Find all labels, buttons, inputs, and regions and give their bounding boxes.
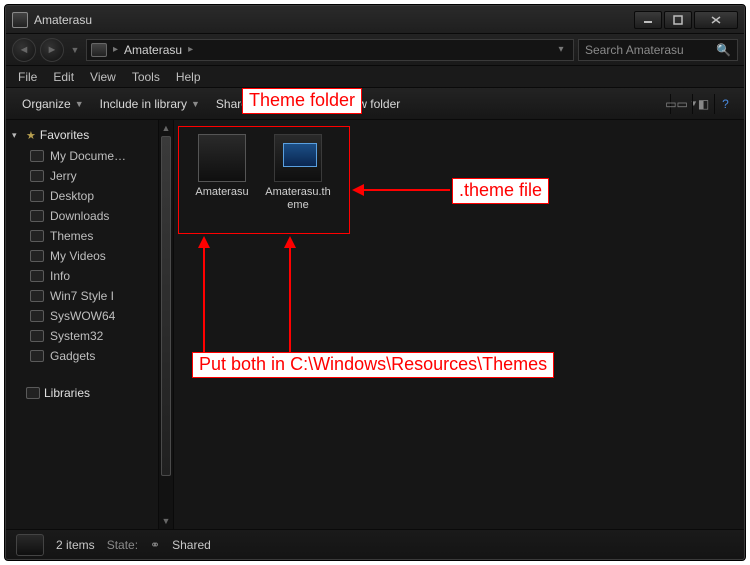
libraries-icon — [26, 387, 40, 399]
view-options-button[interactable]: ▭▭▼ — [670, 94, 692, 114]
sidebar-item-downloads[interactable]: Downloads▾ — [6, 206, 173, 226]
navigation-pane: ▾ ★ Favorites My Docume… Jerry Desktop D… — [6, 120, 174, 529]
menu-file[interactable]: File — [10, 68, 45, 86]
close-icon — [710, 15, 722, 25]
folder-icon — [30, 270, 44, 282]
sidebar-item-my-documents[interactable]: My Docume… — [6, 146, 173, 166]
help-button[interactable]: ? — [714, 94, 736, 114]
address-folder-icon — [91, 43, 107, 57]
address-dropdown[interactable]: ▾ — [553, 44, 569, 55]
sidebar-item-desktop[interactable]: Desktop — [6, 186, 173, 206]
window-title: Amaterasu — [34, 13, 634, 27]
nav-row: ◄ ► ▼ ▸ Amaterasu ▸ ▾ Search Amaterasu 🔍 — [6, 34, 744, 66]
favorites-star-icon: ★ — [26, 129, 36, 142]
scroll-thumb[interactable] — [161, 136, 171, 476]
menu-edit[interactable]: Edit — [45, 68, 82, 86]
forward-arrow-icon: ► — [47, 44, 58, 56]
sidebar-item-syswow64[interactable]: SysWOW64 — [6, 306, 173, 326]
menu-bar: File Edit View Tools Help — [6, 66, 744, 88]
status-state-label: State: — [107, 538, 138, 552]
command-bar: Organize▼ Include in library▼ Share with… — [6, 88, 744, 120]
folder-icon — [30, 230, 44, 242]
folder-icon — [30, 250, 44, 262]
sidebar-item-system32[interactable]: System32 — [6, 326, 173, 346]
close-button[interactable] — [694, 11, 738, 29]
folder-icon — [30, 350, 44, 362]
annotation-arrow — [280, 234, 300, 354]
sidebar-item-jerry[interactable]: Jerry — [6, 166, 173, 186]
back-arrow-icon: ◄ — [19, 44, 30, 56]
status-state-value: Shared — [172, 538, 211, 552]
folder-icon — [30, 210, 44, 222]
file-pane[interactable]: Amaterasu Amaterasu.theme Theme folder .… — [174, 120, 744, 529]
organize-button[interactable]: Organize▼ — [14, 93, 92, 115]
address-bar[interactable]: ▸ Amaterasu ▸ ▾ — [86, 39, 574, 61]
folder-icon — [30, 290, 44, 302]
annotation-arrow — [194, 234, 214, 354]
annotation-theme-folder-label: Theme folder — [242, 88, 362, 114]
scroll-up-icon[interactable]: ▲ — [159, 120, 173, 136]
shared-icon: ⚭ — [150, 538, 160, 552]
sidebar-item-themes[interactable]: Themes — [6, 226, 173, 246]
help-icon: ? — [722, 97, 729, 111]
favorites-label: Favorites — [40, 128, 89, 142]
folder-icon — [30, 170, 44, 182]
folder-icon — [30, 190, 44, 202]
explorer-window: Amaterasu ◄ ► ▼ ▸ Amaterasu ▸ ▾ — [5, 5, 745, 560]
nav-history-dropdown[interactable]: ▼ — [68, 45, 82, 55]
scroll-down-icon[interactable]: ▼ — [159, 513, 173, 529]
status-bar: 2 items State: ⚭ Shared — [6, 529, 744, 559]
sidebar-scrollbar[interactable]: ▲ ▼ — [158, 120, 173, 529]
window-folder-icon — [12, 12, 28, 28]
preview-pane-button[interactable]: ◧ — [692, 94, 714, 114]
maximize-icon — [673, 15, 683, 25]
annotation-selection-box — [178, 126, 350, 234]
minimize-icon — [643, 15, 653, 25]
menu-help[interactable]: Help — [168, 68, 209, 86]
sidebar-item-gadgets[interactable]: Gadgets — [6, 346, 173, 366]
search-icon: 🔍 — [716, 43, 731, 57]
libraries-group[interactable]: ▾ Libraries — [6, 384, 173, 404]
search-input[interactable]: Search Amaterasu 🔍 — [578, 39, 738, 61]
breadcrumb-separator: ▸ — [188, 44, 193, 55]
title-bar: Amaterasu — [6, 6, 744, 34]
menu-view[interactable]: View — [82, 68, 124, 86]
maximize-button[interactable] — [664, 11, 692, 29]
collapse-icon: ▾ — [12, 130, 22, 141]
back-button[interactable]: ◄ — [12, 38, 36, 62]
forward-button[interactable]: ► — [40, 38, 64, 62]
view-icon: ▭▭ — [665, 97, 688, 111]
folder-icon — [30, 310, 44, 322]
status-folder-icon — [16, 534, 44, 556]
folder-icon — [30, 150, 44, 162]
annotation-theme-file-label: .theme file — [452, 178, 549, 204]
chevron-down-icon: ▼ — [191, 99, 200, 109]
breadcrumb-separator: ▸ — [113, 44, 118, 55]
preview-pane-icon: ◧ — [698, 97, 709, 111]
sidebar-item-win7-style[interactable]: Win7 Style I — [6, 286, 173, 306]
annotation-arrow — [350, 180, 452, 200]
minimize-button[interactable] — [634, 11, 662, 29]
favorites-group[interactable]: ▾ ★ Favorites — [6, 126, 173, 146]
sidebar-item-my-videos[interactable]: My Videos — [6, 246, 173, 266]
include-in-library-button[interactable]: Include in library▼ — [92, 93, 208, 115]
breadcrumb-folder[interactable]: Amaterasu — [124, 43, 182, 57]
sidebar-item-info[interactable]: Info — [6, 266, 173, 286]
annotation-instruction-label: Put both in C:\Windows\Resources\Themes — [192, 352, 554, 378]
chevron-down-icon: ▼ — [75, 99, 84, 109]
folder-icon — [30, 330, 44, 342]
menu-tools[interactable]: Tools — [124, 68, 168, 86]
search-placeholder: Search Amaterasu — [585, 43, 684, 57]
status-item-count: 2 items — [56, 538, 95, 552]
libraries-label: Libraries — [44, 386, 90, 400]
